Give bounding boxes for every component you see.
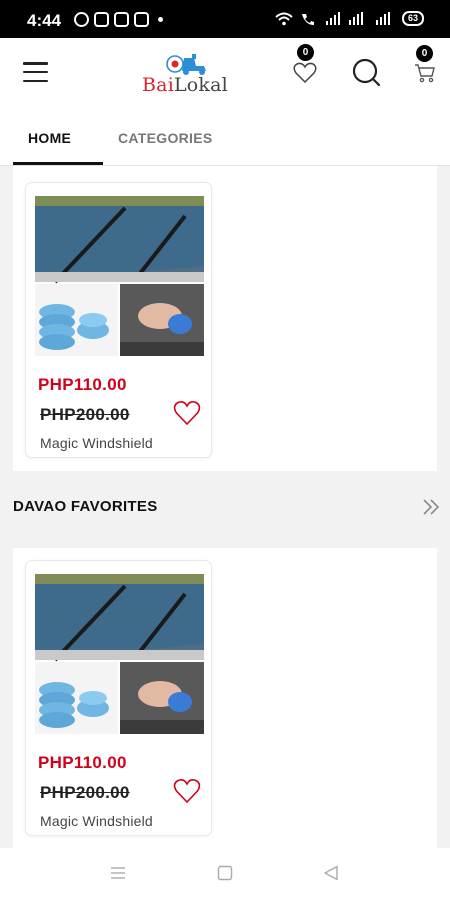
favorite-heart-icon[interactable] (173, 400, 201, 426)
app-header: BaiLokal 0 0 (0, 38, 450, 110)
cart-button[interactable]: 0 (414, 45, 436, 88)
favorite-heart-icon[interactable] (173, 778, 201, 804)
chat-icon (94, 12, 109, 27)
cart-icon (415, 64, 435, 83)
section-title: DAVAO FAVORITES (13, 498, 158, 515)
original-price: PHP200.00 (40, 405, 130, 424)
product-card[interactable]: PHP110.00 PHP200.00 Magic Windshield (25, 560, 212, 836)
wishlist-count-badge: 0 (297, 44, 314, 61)
messenger-icon (114, 12, 129, 27)
back-icon[interactable] (323, 865, 339, 881)
tab-bar: HOME CATEGORIES (0, 110, 450, 166)
status-time: 4:44 (27, 11, 62, 30)
bailokal-logo[interactable]: BaiLokal (142, 52, 228, 98)
skype-icon (74, 12, 89, 27)
product-section: PHP110.00 PHP200.00 Magic Windshield (13, 166, 437, 471)
chevron-right-double-icon[interactable] (420, 497, 442, 517)
system-icons: 63 (275, 11, 424, 26)
original-price: PHP200.00 (40, 783, 130, 802)
tab-home[interactable]: HOME (28, 130, 71, 146)
wishlist-button[interactable]: 0 (293, 44, 317, 89)
tab-categories[interactable]: CATEGORIES (118, 130, 213, 146)
product-name: Magic Windshield (40, 435, 153, 451)
call-icon (302, 13, 314, 25)
sale-price: PHP110.00 (38, 375, 127, 394)
search-button[interactable] (352, 58, 382, 93)
scooter-logo-icon (166, 54, 206, 75)
recent-apps-icon[interactable] (110, 865, 126, 881)
notification-icons (74, 12, 163, 27)
home-icon[interactable] (217, 865, 233, 881)
product-image (35, 196, 204, 356)
active-tab-indicator (13, 162, 103, 165)
status-bar: 4:44 63 (0, 0, 450, 38)
signal-icon (349, 11, 363, 25)
menu-icon[interactable] (23, 62, 48, 82)
system-navigation-bar (0, 848, 450, 900)
data-icon (326, 11, 340, 25)
wifi-icon (275, 12, 293, 25)
product-card[interactable]: PHP110.00 PHP200.00 Magic Windshield (25, 182, 212, 458)
signal-2-icon (376, 11, 390, 25)
heart-icon (293, 62, 317, 84)
logo-text: BaiLokal (142, 74, 228, 96)
sale-price: PHP110.00 (38, 753, 127, 772)
more-notifications-icon (158, 17, 163, 22)
product-name: Magic Windshield (40, 813, 153, 829)
instagram-icon (134, 12, 149, 27)
battery-icon: 63 (402, 11, 424, 26)
product-image (35, 574, 204, 734)
search-icon (352, 58, 381, 87)
product-section: PHP110.00 PHP200.00 Magic Windshield (13, 548, 437, 848)
cart-count-badge: 0 (416, 45, 433, 62)
